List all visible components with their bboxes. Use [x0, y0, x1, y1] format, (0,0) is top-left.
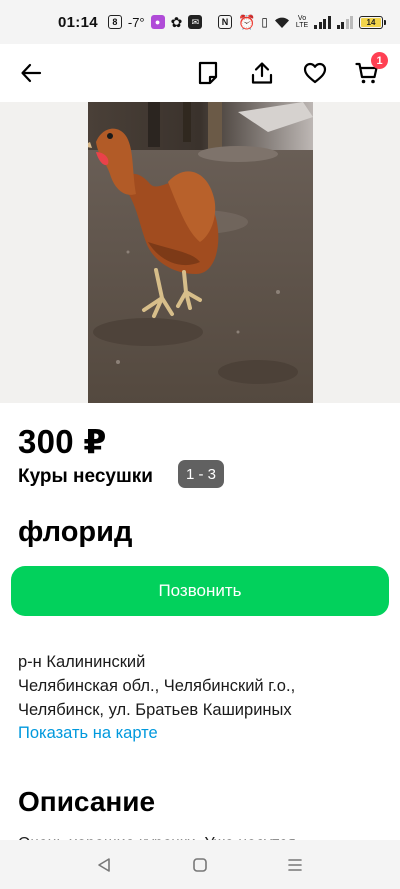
- photo-gallery[interactable]: 1 - 3 ●● Avito: [0, 102, 400, 500]
- temperature-icon: -7°: [127, 14, 145, 30]
- network-label: Vo LTE: [295, 15, 309, 29]
- show-on-map-link[interactable]: Показать на карте: [18, 724, 158, 743]
- status-time: 01:14: [58, 13, 98, 31]
- nav-menu-icon: [288, 859, 302, 871]
- note-icon: [198, 61, 218, 85]
- note-button[interactable]: [190, 55, 226, 91]
- cart-badge: 1: [371, 52, 388, 69]
- listing-title: Куры несушки: [18, 466, 153, 487]
- nav-home-icon: [193, 858, 207, 872]
- description-heading: Описание: [18, 786, 156, 817]
- call-button[interactable]: Позвонить: [11, 566, 389, 616]
- photo-counter: 1 - 3: [178, 460, 224, 488]
- nav-back-button[interactable]: [91, 852, 117, 878]
- back-button[interactable]: [13, 55, 49, 91]
- app-icon: ●: [150, 15, 165, 29]
- signal-icon-2: [336, 15, 353, 29]
- vibrate-icon: ▯: [261, 15, 268, 29]
- mail-icon: ✉: [188, 15, 203, 29]
- address-line-street: Челябинск, ул. Братьев Кашириных: [18, 701, 292, 719]
- battery-level: 14: [361, 17, 381, 27]
- system-nav-bar: [0, 840, 400, 889]
- nav-menu-button[interactable]: [282, 852, 308, 878]
- seller-name[interactable]: флорид: [18, 516, 132, 549]
- share-icon: [251, 62, 273, 84]
- watermark-dots-icon: ●●: [271, 489, 281, 499]
- chicken-photo-image: [88, 102, 313, 403]
- status-icons-right: N ⏰ ▯ Vo LTE 14: [217, 14, 386, 30]
- avito-watermark: ●● Avito: [271, 488, 310, 500]
- listing-price: 300 ₽: [18, 423, 107, 460]
- heart-icon: [303, 62, 327, 84]
- status-icons-left: 8 -7° ● ✿ ✉: [107, 14, 218, 30]
- cart-button[interactable]: 1: [349, 52, 388, 91]
- app-bar: 1: [0, 44, 400, 102]
- alarm-icon: ⏰: [237, 14, 256, 30]
- battery-icon: 14: [359, 15, 386, 29]
- nav-back-icon: [98, 858, 110, 872]
- listing-address: р-н Калининский Челябинская обл., Челяби…: [18, 650, 295, 722]
- signal-icon: [314, 15, 331, 29]
- watermark-text: Avito: [282, 488, 310, 500]
- back-arrow-icon: [21, 63, 42, 83]
- status-bar: 01:14 8 -7° ● ✿ ✉ N ⏰ ▯ Vo LTE 14: [0, 0, 400, 44]
- flower-icon: ✿: [170, 14, 183, 30]
- nfc-icon: N: [217, 15, 232, 29]
- listing-photo[interactable]: [88, 102, 313, 403]
- wifi-icon: [274, 16, 290, 29]
- share-button[interactable]: [244, 55, 280, 91]
- notification-icon: 8: [107, 15, 122, 29]
- address-line-region: Челябинская обл., Челябинский г.о.,: [18, 677, 296, 695]
- nav-home-button[interactable]: [187, 852, 213, 878]
- favorite-button[interactable]: [297, 55, 333, 91]
- address-line-district: р-н Калининский: [18, 653, 146, 671]
